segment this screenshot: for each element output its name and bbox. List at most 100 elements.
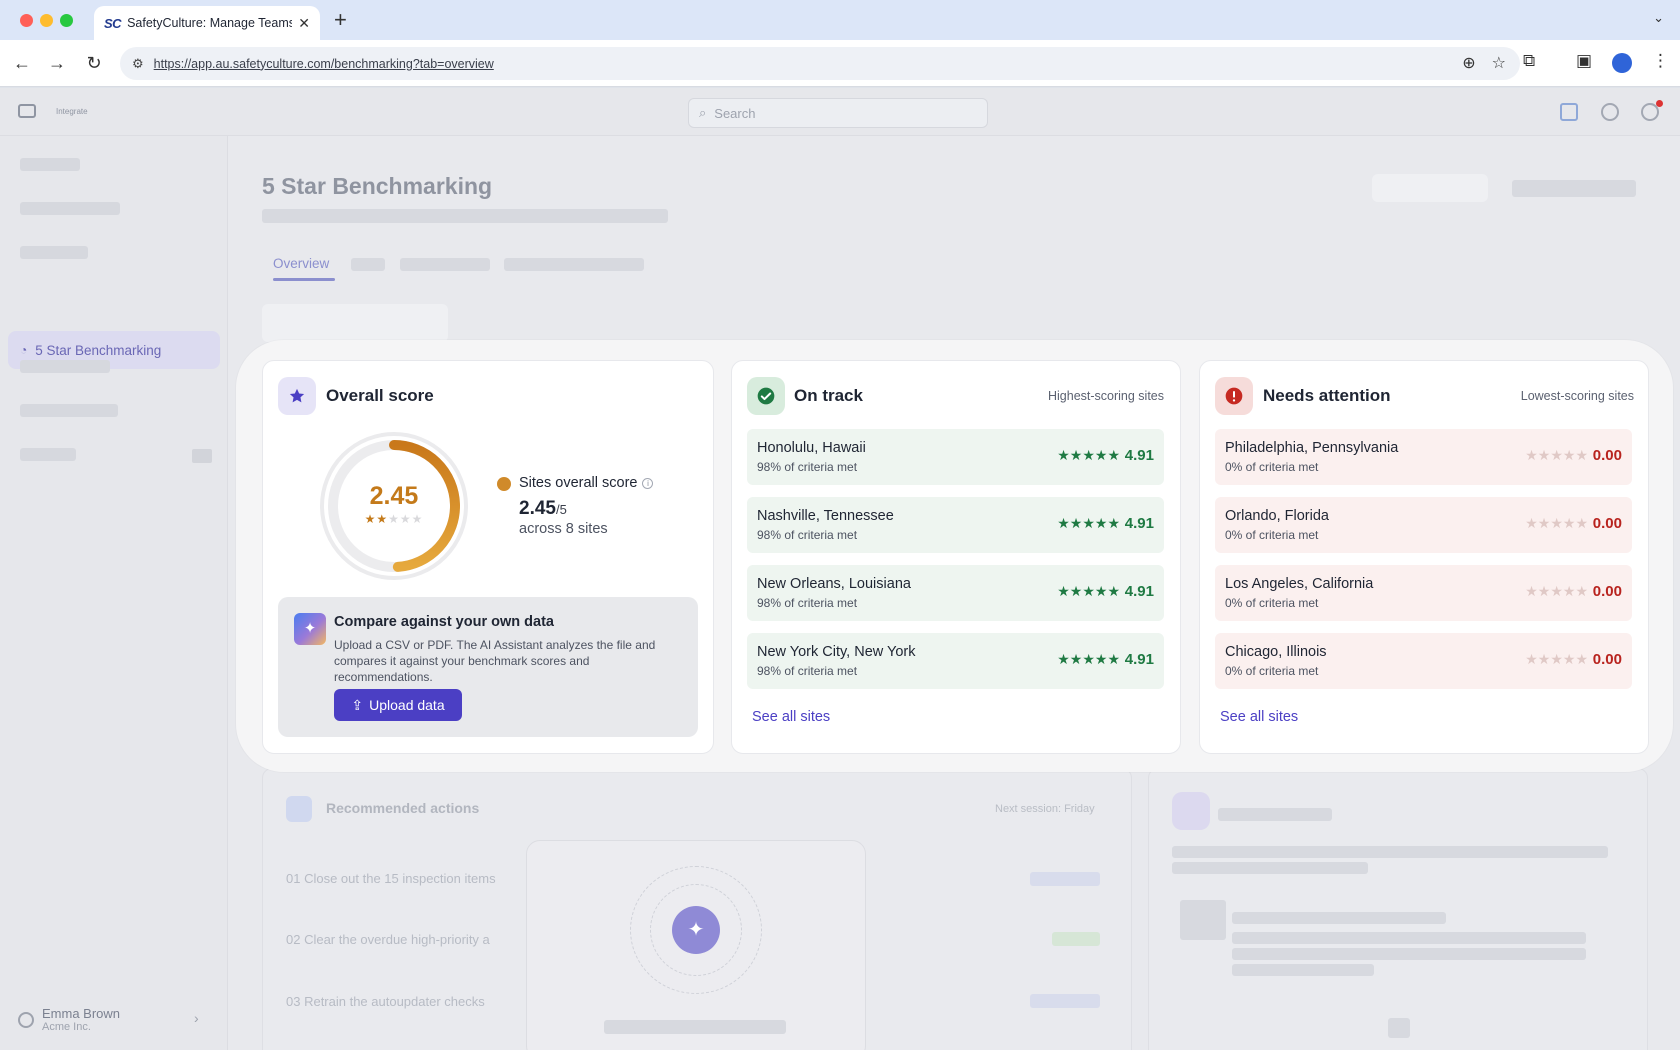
- action-button-placeholder[interactable]: [1512, 180, 1636, 197]
- site-row[interactable]: Los Angeles, California 0% of criteria m…: [1215, 565, 1632, 621]
- side-panel-icon[interactable]: ▣: [1576, 51, 1592, 71]
- minimize-window-button[interactable]: [40, 14, 53, 27]
- browser-tab[interactable]: SC SafetyCulture: Manage Teams and... ✕: [94, 6, 320, 40]
- app-top-nav: Integrate ⌕ Search: [0, 88, 1680, 136]
- org-brand: Integrate: [56, 107, 88, 116]
- tab-placeholder[interactable]: [351, 258, 385, 271]
- site-row[interactable]: Philadelphia, Pennsylvania 0% of criteri…: [1215, 429, 1632, 485]
- upload-data-button[interactable]: ⇪ Upload data: [334, 689, 462, 721]
- zoom-icon[interactable]: ⊕: [1462, 53, 1475, 73]
- sidebar-toggle-icon[interactable]: [18, 104, 36, 118]
- safetyculture-favicon-icon: SC: [104, 15, 122, 31]
- search-placeholder: Search: [714, 105, 756, 121]
- recommended-sparkle-icon: [286, 796, 312, 822]
- tab-title: SafetyCulture: Manage Teams and...: [127, 16, 293, 30]
- sidebar-badge-placeholder: [192, 449, 212, 463]
- browser-toolbar: ← → ↻ ⚙ https://app.au.safetyculture.com…: [0, 40, 1680, 87]
- tab-search-chevron-icon[interactable]: ⌄: [1653, 10, 1664, 26]
- user-org: Acme Inc.: [42, 1021, 91, 1033]
- compare-description: Upload a CSV or PDF. The AI Assistant an…: [334, 638, 656, 684]
- star-rating: ★★★★★: [1057, 651, 1120, 667]
- tab-overview[interactable]: Overview: [273, 256, 329, 271]
- apps-grid-icon[interactable]: [1560, 103, 1578, 121]
- site-row[interactable]: New York City, New York 98% of criteria …: [747, 633, 1164, 689]
- status-badge: [1030, 994, 1100, 1008]
- new-tab-button[interactable]: +: [334, 8, 347, 32]
- help-icon[interactable]: [1601, 103, 1619, 121]
- sidebar-item-placeholder[interactable]: [20, 360, 110, 373]
- star-rating: ★★★★★: [1525, 447, 1588, 463]
- recommended-action-item[interactable]: 01 Close out the 15 inspection items: [286, 871, 496, 886]
- star-rating: ★★★★★: [1525, 515, 1588, 531]
- active-tab-indicator: [273, 278, 335, 281]
- bookmark-star-icon[interactable]: ☆: [1492, 53, 1506, 73]
- insights-line-placeholder: [1232, 964, 1374, 976]
- status-badge: [1030, 872, 1100, 886]
- needs-attention-card: [1199, 360, 1649, 754]
- page-description-placeholder: [262, 209, 668, 223]
- insights-icon-placeholder: [1172, 792, 1210, 830]
- site-score: 0.00: [1592, 651, 1622, 668]
- extensions-puzzle-icon[interactable]: ⧉: [1523, 51, 1535, 71]
- needs-attention-subtitle: Lowest-scoring sites: [1520, 389, 1634, 403]
- rating-star-icon: ★: [364, 512, 377, 526]
- insights-icon-placeholder: [1388, 1018, 1410, 1038]
- see-all-sites-link[interactable]: See all sites: [1220, 709, 1298, 725]
- browser-menu-icon[interactable]: ⋮: [1652, 51, 1669, 71]
- star-rating: ★★★★★: [1525, 583, 1588, 599]
- insights-line-placeholder: [1232, 948, 1586, 960]
- search-icon: ⌕: [699, 105, 707, 120]
- rating-star-icon: ★: [376, 512, 389, 526]
- profile-avatar-icon[interactable]: [1612, 53, 1632, 73]
- search-input[interactable]: ⌕ Search: [688, 98, 988, 128]
- sidebar-item-placeholder[interactable]: [20, 158, 80, 171]
- site-row[interactable]: Orlando, Florida 0% of criteria met ★★★★…: [1215, 497, 1632, 553]
- recommended-action-item[interactable]: 02 Clear the overdue high-priority a: [286, 932, 490, 947]
- chevron-right-icon[interactable]: ›: [194, 1010, 199, 1026]
- overall-score-stars: ★★★★★: [318, 512, 470, 526]
- maximize-window-button[interactable]: [60, 14, 73, 27]
- star-rating: ★★★★★: [1057, 447, 1120, 463]
- rating-star-icon: ★: [388, 512, 400, 526]
- filter-placeholder[interactable]: [262, 304, 448, 342]
- compare-title: Compare against your own data: [334, 614, 554, 630]
- reload-icon[interactable]: ↻: [82, 51, 106, 75]
- forward-arrow-icon[interactable]: →: [45, 51, 69, 75]
- site-settings-icon[interactable]: ⚙: [132, 56, 144, 72]
- site-row[interactable]: New Orleans, Louisiana 98% of criteria m…: [747, 565, 1164, 621]
- page-title: 5 Star Benchmarking: [262, 173, 493, 199]
- back-arrow-icon[interactable]: ←: [10, 51, 34, 75]
- insights-title-placeholder: [1218, 808, 1332, 821]
- action-button-placeholder[interactable]: [1372, 174, 1488, 202]
- site-row[interactable]: Chicago, Illinois 0% of criteria met ★★★…: [1215, 633, 1632, 689]
- tab-placeholder[interactable]: [400, 258, 490, 271]
- sidebar-item-placeholder[interactable]: [20, 448, 76, 461]
- user-name: Emma Brown: [42, 1006, 121, 1021]
- recommended-action-item[interactable]: 03 Retrain the autoupdater checks: [286, 994, 485, 1009]
- sites-count: across 8 sites: [519, 521, 608, 537]
- site-score: 0.00: [1592, 447, 1622, 464]
- rating-star-icon: ★: [399, 512, 412, 526]
- user-menu[interactable]: Emma Brown Acme Inc.: [18, 1006, 120, 1033]
- tab-placeholder[interactable]: [504, 258, 644, 271]
- close-tab-icon[interactable]: ✕: [298, 15, 310, 32]
- info-icon[interactable]: i: [642, 477, 654, 489]
- sidebar-item-placeholder[interactable]: [20, 246, 88, 259]
- site-score: 0.00: [1592, 583, 1622, 600]
- see-all-sites-link[interactable]: See all sites: [752, 709, 830, 725]
- close-window-button[interactable]: [20, 14, 33, 27]
- on-track-card: [731, 360, 1181, 754]
- overall-score-title: Overall score: [326, 386, 434, 405]
- legend-label: Sites overall score i: [519, 475, 654, 491]
- benchmark-gauge-icon: ◔: [20, 343, 28, 357]
- site-row[interactable]: Honolulu, Hawaii 98% of criteria met ★★★…: [747, 429, 1164, 485]
- sidebar-item-placeholder[interactable]: [20, 202, 120, 215]
- needs-attention-title: Needs attention: [1263, 386, 1391, 405]
- alert-icon: [1215, 377, 1253, 415]
- site-score: 4.91: [1124, 583, 1154, 600]
- site-score: 4.91: [1124, 651, 1154, 668]
- star-rating: ★★★★★: [1525, 651, 1588, 667]
- sidebar-item-placeholder[interactable]: [20, 404, 118, 417]
- site-row[interactable]: Nashville, Tennessee 98% of criteria met…: [747, 497, 1164, 553]
- address-bar[interactable]: ⚙ https://app.au.safetyculture.com/bench…: [120, 47, 1520, 80]
